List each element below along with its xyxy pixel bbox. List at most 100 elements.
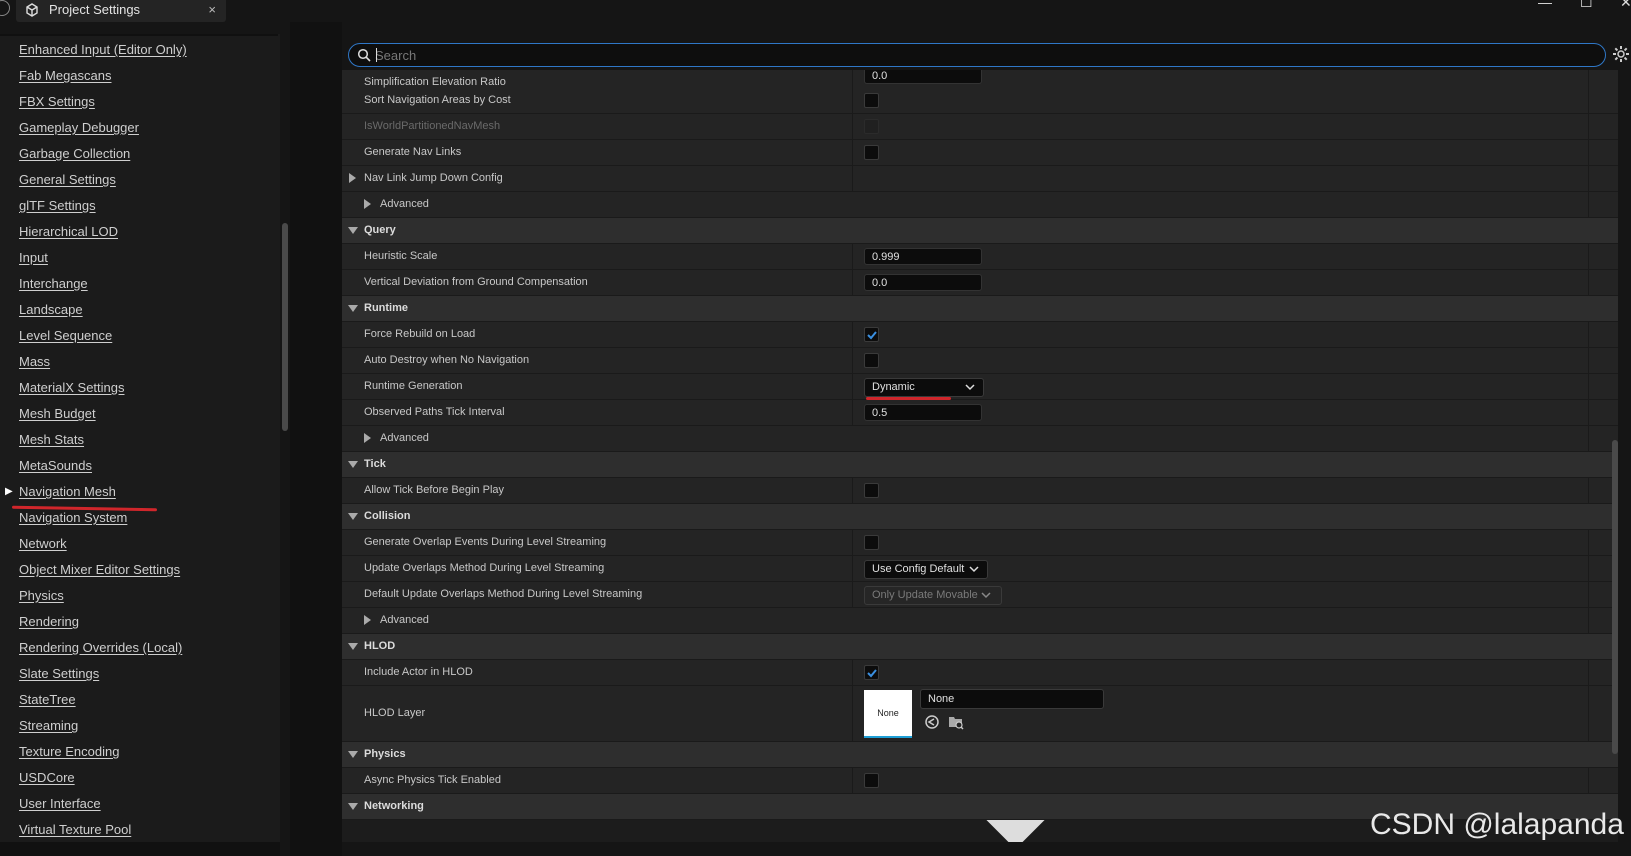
panel-gap [290,22,342,856]
row-hlod-layer: HLOD Layer None None [342,686,1618,842]
sidebar-item-network[interactable]: Network [19,536,67,551]
sidebar-item-mass[interactable]: Mass [19,354,50,369]
sidebar-item-gameplay-debugger[interactable]: Gameplay Debugger [19,120,139,135]
sidebar-item-level-sequence[interactable]: Level Sequence [19,328,112,343]
expand-arrow-icon[interactable] [364,199,371,209]
update-overlaps-dropdown[interactable]: Use Config Default [864,560,988,579]
category-runtime[interactable]: Runtime [342,296,1618,322]
hlod-layer-dropdown[interactable]: None [920,689,1104,842]
sidebar-item-navigation-system[interactable]: Navigation System [19,510,127,525]
row-advanced[interactable]: Advanced [342,426,1618,452]
row-generate-nav-links: Generate Nav Links [342,140,1618,166]
sidebar-item-enhanced-input[interactable]: Enhanced Input (Editor Only) [19,42,187,57]
app-logo-icon [0,0,10,16]
category-tick[interactable]: Tick [342,452,1618,478]
expand-arrow-icon[interactable] [349,173,356,183]
category-label: Tick [364,458,386,470]
checkbox[interactable] [864,353,879,368]
sidebar-item-hierarchical-lod[interactable]: Hierarchical LOD [19,224,118,239]
collapse-arrow-icon[interactable] [348,751,358,758]
property-label: Heuristic Scale [364,250,438,262]
sidebar-item-rendering[interactable]: Rendering [19,614,79,629]
search-box[interactable] [348,43,1606,67]
property-label: Force Rebuild on Load [364,328,476,340]
collapse-arrow-icon[interactable] [348,643,358,650]
checkbox-checked[interactable] [864,327,879,342]
sidebar-item-virtual-texture-pool[interactable]: Virtual Texture Pool [19,822,131,837]
search-input[interactable] [373,45,1577,65]
property-label: Include Actor in HLOD [364,666,473,678]
category-physics[interactable]: Physics [342,742,1618,768]
checkmark-icon [867,331,877,340]
sidebar-item-metasounds[interactable]: MetaSounds [19,458,92,473]
sidebar-item-user-interface[interactable]: User Interface [19,796,101,811]
expand-arrow-icon[interactable] [364,433,371,443]
asset-thumbnail[interactable]: None [864,690,912,738]
row-nav-link-jump-down[interactable]: Nav Link Jump Down Config [342,166,1618,192]
text-caret [376,48,377,62]
sidebar-item-fab-megascans[interactable]: Fab Megascans [19,68,112,83]
sidebar-item-fbx-settings[interactable]: FBX Settings [19,94,95,109]
property-label: HLOD Layer [364,707,426,719]
row-auto-destroy: Auto Destroy when No Navigation [342,348,1618,374]
checkbox-checked[interactable] [864,665,879,680]
collapse-arrow-icon[interactable] [348,227,358,234]
sidebar-item-interchange[interactable]: Interchange [19,276,88,291]
sidebar-item-mesh-stats[interactable]: Mesh Stats [19,432,84,447]
category-hlod[interactable]: HLOD [342,634,1618,660]
sidebar-item-object-mixer[interactable]: Object Mixer Editor Settings [19,562,180,577]
checkbox[interactable] [864,93,879,108]
sidebar-item-materialx-settings[interactable]: MaterialX Settings [19,380,125,395]
sidebar-item-garbage-collection[interactable]: Garbage Collection [19,146,130,161]
sidebar-item-mesh-budget[interactable]: Mesh Budget [19,406,96,421]
sidebar-item-gltf-settings[interactable]: glTF Settings [19,198,96,213]
checkbox[interactable] [864,483,879,498]
number-input[interactable]: 0.0 [864,70,982,84]
sidebar-item-usdcore[interactable]: USDCore [19,770,75,785]
gear-icon[interactable] [1612,45,1630,63]
use-selected-icon[interactable] [924,714,940,730]
row-runtime-generation: Runtime Generation Dynamic [342,374,1618,400]
collapse-arrow-icon[interactable] [348,513,358,520]
close-window-button[interactable]: ✕ [1620,0,1631,11]
category-query[interactable]: Query [342,218,1618,244]
details-scrollbar[interactable] [1612,440,1618,754]
checkbox[interactable] [864,145,879,160]
checkbox[interactable] [864,535,879,550]
collapse-arrow-icon[interactable] [348,803,358,810]
tab-project-settings[interactable]: Project Settings × [16,0,226,22]
number-input[interactable]: 0.5 [864,404,982,421]
collapse-arrow-icon[interactable] [348,461,358,468]
row-advanced[interactable]: Advanced [342,192,1618,218]
collapse-arrow-icon[interactable] [348,305,358,312]
selected-arrow-icon: ▶ [5,486,13,497]
category-label: Physics [364,748,406,760]
expand-arrow-icon[interactable] [364,615,371,625]
browse-folder-icon[interactable] [948,714,964,730]
minimize-button[interactable]: — [1538,0,1552,10]
sidebar-item-general-settings[interactable]: General Settings [19,172,116,187]
sidebar-item-navigation-mesh[interactable]: Navigation Mesh [19,484,116,499]
number-input[interactable]: 0.999 [864,248,982,265]
maximize-button[interactable]: ☐ [1580,0,1593,11]
number-input[interactable]: 0.0 [864,274,982,291]
sidebar-item-rendering-overrides[interactable]: Rendering Overrides (Local) [19,640,182,655]
row-advanced[interactable]: Advanced [342,608,1618,634]
sidebar-item-statetree[interactable]: StateTree [19,692,76,707]
dropdown-value: Only Update Movable [872,589,978,601]
dropdown-value: None [928,693,955,705]
sidebar-item-physics[interactable]: Physics [19,588,64,603]
tab-close-button[interactable]: × [208,2,216,17]
sidebar-item-input[interactable]: Input [19,250,48,265]
category-collision[interactable]: Collision [342,504,1618,530]
sidebar-footer [0,842,280,856]
checkbox[interactable] [864,773,879,788]
sidebar-item-streaming[interactable]: Streaming [19,718,78,733]
property-label: Advanced [380,614,429,626]
sidebar-item-slate-settings[interactable]: Slate Settings [19,666,99,681]
sidebar-scrollbar[interactable] [282,223,288,431]
sidebar-item-landscape[interactable]: Landscape [19,302,83,317]
runtime-generation-dropdown[interactable]: Dynamic [864,378,984,397]
sidebar-item-texture-encoding[interactable]: Texture Encoding [19,744,119,759]
property-label: Auto Destroy when No Navigation [364,354,530,366]
